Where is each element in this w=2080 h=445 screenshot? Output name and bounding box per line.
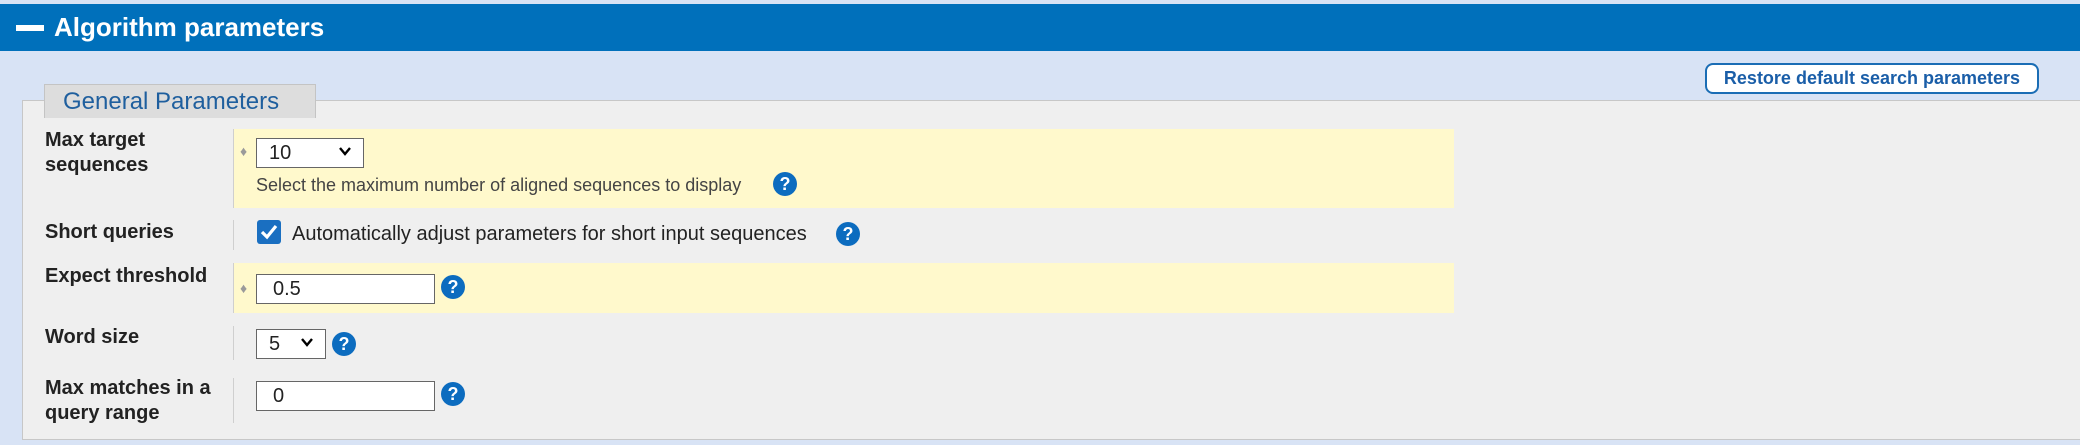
divider <box>233 129 234 208</box>
short-queries-checkbox[interactable] <box>257 220 281 244</box>
divider <box>233 326 234 360</box>
short-queries-label: Short queries <box>45 221 174 243</box>
max-target-label: Max target sequences <box>45 129 149 176</box>
section-title: Algorithm parameters <box>54 12 325 42</box>
help-icon[interactable]: ? <box>836 222 860 246</box>
max-matches-input[interactable] <box>256 381 435 411</box>
max-target-highlight <box>234 129 1454 208</box>
expect-threshold-input[interactable] <box>256 274 435 304</box>
help-icon[interactable]: ? <box>441 382 465 406</box>
help-icon[interactable]: ? <box>773 172 797 196</box>
divider <box>233 220 234 250</box>
max-target-hint: Select the maximum number of aligned seq… <box>256 175 742 195</box>
collapse-icon[interactable] <box>16 24 44 31</box>
expect-threshold-label: Expect threshold <box>45 265 208 287</box>
word-size-label: Word size <box>45 326 140 348</box>
max-target-select[interactable]: 10 <box>256 138 364 168</box>
general-parameters-legend: General Parameters <box>44 84 316 118</box>
chevron-down-icon <box>339 147 351 156</box>
restore-defaults-button[interactable]: Restore default search parameters <box>1705 63 2039 94</box>
help-icon[interactable]: ? <box>441 275 465 299</box>
diamond-icon: ♦ <box>240 280 248 296</box>
word-size-select[interactable]: 5 <box>256 329 326 359</box>
chevron-down-icon <box>301 338 313 347</box>
divider <box>233 378 234 423</box>
max-matches-label: Max matches in a query range <box>45 377 211 424</box>
section-header[interactable]: Algorithm parameters <box>0 0 2080 51</box>
short-queries-option: Automatically adjust parameters for shor… <box>292 223 807 245</box>
checkmark-icon <box>260 224 278 240</box>
help-icon[interactable]: ? <box>332 332 356 356</box>
divider <box>233 263 234 313</box>
diamond-icon: ♦ <box>240 143 248 159</box>
